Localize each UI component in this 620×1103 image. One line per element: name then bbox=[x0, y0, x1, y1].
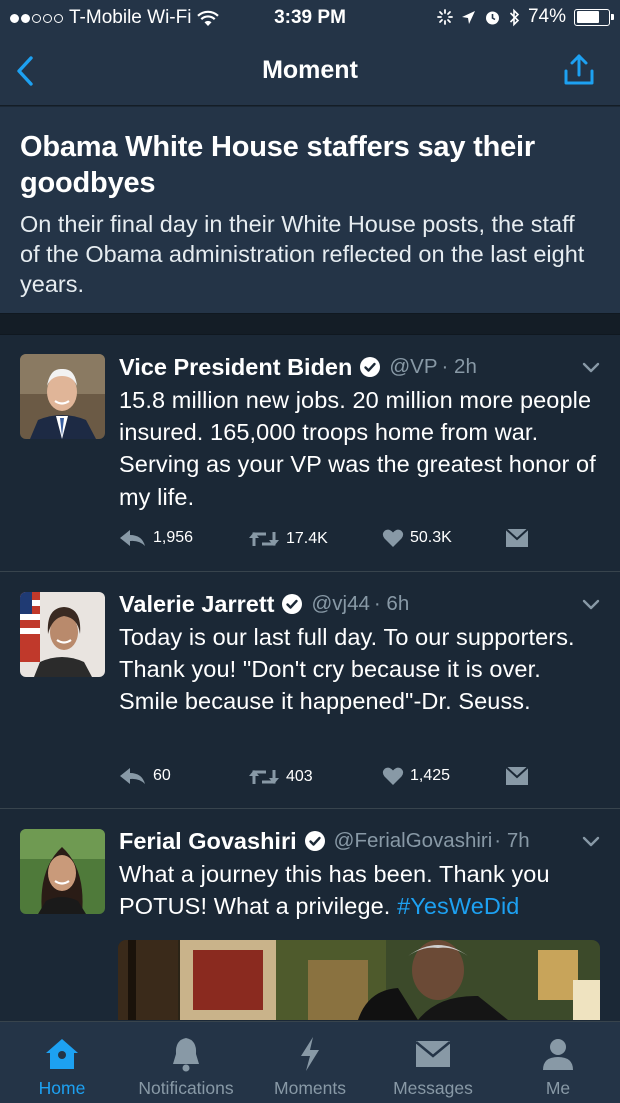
tweet-text: Today is our last full day. To our suppo… bbox=[119, 624, 575, 715]
envelope-icon bbox=[415, 1036, 451, 1072]
status-bar: T-Mobile Wi-Fi 3:39 PM 74% bbox=[0, 0, 620, 36]
author-handle[interactable]: @FerialGovashiri bbox=[334, 829, 493, 853]
tab-label: Messages bbox=[393, 1078, 473, 1098]
retweet-count: 403 bbox=[286, 768, 313, 785]
like-count: 1,425 bbox=[410, 767, 451, 784]
moment-screen: T-Mobile Wi-Fi 3:39 PM 74% Moment Obama … bbox=[0, 0, 620, 1103]
tweet-time: · 7h bbox=[494, 829, 530, 852]
tweet[interactable]: Valerie Jarrett @vj44 · 6h Today is our … bbox=[0, 572, 620, 809]
author-name[interactable]: Ferial Govashiri bbox=[119, 828, 297, 855]
tweet-time: · 2h bbox=[441, 355, 477, 378]
chevron-down-icon[interactable] bbox=[580, 830, 602, 852]
moment-header: Obama White House staffers say their goo… bbox=[0, 107, 620, 313]
envelope-icon bbox=[505, 528, 529, 547]
battery-percent: 74% bbox=[527, 6, 566, 27]
like-count: 50.3K bbox=[410, 529, 452, 546]
heart-icon bbox=[382, 529, 404, 547]
retweet-icon bbox=[249, 770, 279, 784]
tweet-media-image[interactable] bbox=[118, 940, 600, 1020]
home-icon bbox=[44, 1036, 80, 1072]
tweet-body: Vice President Biden @VP · 2h 15.8 milli… bbox=[119, 352, 602, 513]
direct-message-button[interactable] bbox=[505, 528, 529, 548]
tweet-header: Valerie Jarrett @vj44 · 6h bbox=[119, 589, 602, 619]
alarm-icon bbox=[485, 11, 499, 24]
retweet-button[interactable]: 17.4K bbox=[248, 528, 328, 550]
battery-fill bbox=[576, 11, 600, 23]
reply-count: 60 bbox=[153, 767, 171, 784]
person-icon bbox=[541, 1036, 575, 1072]
tab-moments[interactable]: Moments bbox=[266, 1022, 354, 1103]
tab-bar: Home Notifications Moments Messages Me bbox=[0, 1021, 620, 1103]
author-name[interactable]: Valerie Jarrett bbox=[119, 591, 274, 618]
moment-title: Obama White House staffers say their goo… bbox=[20, 131, 535, 199]
share-button[interactable] bbox=[560, 50, 598, 90]
tweet-body: Ferial Govashiri @FerialGovashiri · 7h W… bbox=[119, 826, 602, 922]
nav-bar: Moment bbox=[0, 36, 620, 106]
status-right: 74% bbox=[437, 6, 614, 28]
retweet-count: 17.4K bbox=[286, 530, 328, 547]
verified-badge-icon bbox=[360, 357, 381, 377]
bell-icon bbox=[170, 1036, 202, 1072]
like-button[interactable]: 1,425 bbox=[382, 766, 450, 786]
tab-label: Me bbox=[545, 1078, 571, 1098]
verified-badge-icon bbox=[304, 831, 325, 851]
nav-title: Moment bbox=[262, 56, 358, 84]
tab-me[interactable]: Me bbox=[522, 1022, 594, 1103]
tweet[interactable]: Ferial Govashiri @FerialGovashiri · 7h W… bbox=[0, 809, 620, 1021]
author-name[interactable]: Vice President Biden bbox=[119, 354, 352, 381]
like-button[interactable]: 50.3K bbox=[382, 528, 452, 548]
lightning-icon bbox=[298, 1036, 322, 1072]
tab-home[interactable]: Home bbox=[22, 1022, 102, 1103]
battery-icon bbox=[574, 8, 614, 26]
verified-badge-icon bbox=[282, 594, 303, 614]
reply-button[interactable]: 60 bbox=[119, 766, 171, 786]
reply-button[interactable]: 1,956 bbox=[119, 528, 193, 548]
tab-label: Moments bbox=[274, 1078, 346, 1098]
heart-icon bbox=[382, 767, 404, 785]
moment-description: On their final day in their White House … bbox=[20, 211, 585, 297]
tab-messages[interactable]: Messages bbox=[386, 1022, 480, 1103]
tweet-header: Vice President Biden @VP · 2h bbox=[119, 352, 602, 382]
envelope-icon bbox=[505, 766, 529, 785]
tab-notifications[interactable]: Notifications bbox=[130, 1022, 242, 1103]
bluetooth-icon bbox=[509, 8, 520, 26]
retweet-button[interactable]: 403 bbox=[248, 766, 313, 788]
tweet-header: Ferial Govashiri @FerialGovashiri · 7h bbox=[119, 826, 602, 856]
chevron-down-icon[interactable] bbox=[580, 593, 602, 615]
tab-label: Home bbox=[38, 1078, 86, 1098]
direct-message-button[interactable] bbox=[505, 766, 529, 786]
tweet[interactable]: Vice President Biden @VP · 2h 15.8 milli… bbox=[0, 336, 620, 572]
avatar[interactable] bbox=[20, 829, 105, 914]
tweet-text: What a journey this has been. Thank you … bbox=[119, 858, 602, 922]
activity-spinner-icon bbox=[437, 9, 453, 25]
reply-count: 1,956 bbox=[153, 529, 194, 546]
section-divider bbox=[0, 313, 620, 335]
share-icon bbox=[564, 54, 594, 85]
author-handle[interactable]: @VP bbox=[389, 355, 437, 379]
reply-icon bbox=[120, 768, 145, 784]
tweet-text: 15.8 million new jobs. 20 million more p… bbox=[119, 387, 596, 510]
tab-label: Notifications bbox=[138, 1078, 234, 1098]
tweet-body: Valerie Jarrett @vj44 · 6h Today is our … bbox=[119, 589, 602, 718]
author-handle[interactable]: @vj44 bbox=[311, 592, 369, 616]
retweet-icon bbox=[249, 532, 279, 546]
hashtag-link[interactable]: #YesWeDid bbox=[397, 893, 519, 919]
avatar[interactable] bbox=[20, 354, 105, 439]
reply-icon bbox=[120, 530, 145, 546]
chevron-down-icon[interactable] bbox=[580, 356, 602, 378]
tweet-time: · 6h bbox=[373, 592, 410, 615]
avatar[interactable] bbox=[20, 592, 105, 677]
location-arrow-icon bbox=[461, 10, 475, 24]
